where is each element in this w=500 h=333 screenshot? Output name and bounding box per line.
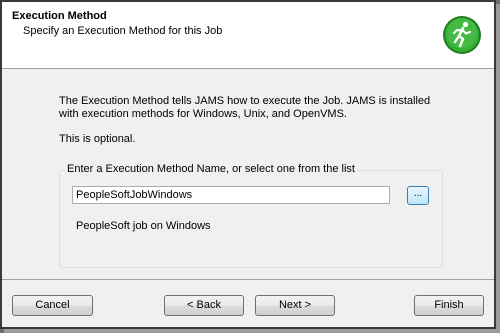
wizard-content: The Execution Method tells JAMS how to e… — [2, 69, 494, 279]
optional-note: This is optional. — [59, 133, 136, 145]
description-text: The Execution Method tells JAMS how to e… — [59, 95, 431, 120]
execution-method-wizard-dialog: Execution Method Specify an Execution Me… — [0, 0, 496, 329]
back-button[interactable]: < Back — [164, 295, 244, 316]
page-subtitle: Specify an Execution Method for this Job — [23, 25, 223, 37]
execution-method-input[interactable]: PeopleSoftJobWindows — [72, 186, 390, 204]
finish-button[interactable]: Finish — [414, 295, 484, 316]
execution-method-group: Enter a Execution Method Name, or select… — [59, 163, 443, 268]
cancel-button[interactable]: Cancel — [12, 295, 93, 316]
wizard-footer: Cancel < Back Next > Finish — [2, 279, 494, 328]
page-title: Execution Method — [12, 10, 107, 22]
method-description: PeopleSoft job on Windows — [76, 220, 211, 232]
group-label: Enter a Execution Method Name, or select… — [65, 163, 357, 175]
browse-button[interactable]: ... — [407, 186, 429, 205]
next-button[interactable]: Next > — [255, 295, 335, 316]
running-man-icon — [443, 16, 481, 54]
wizard-header: Execution Method Specify an Execution Me… — [2, 2, 494, 69]
window-shadow — [496, 4, 500, 333]
window-shadow — [4, 329, 500, 333]
